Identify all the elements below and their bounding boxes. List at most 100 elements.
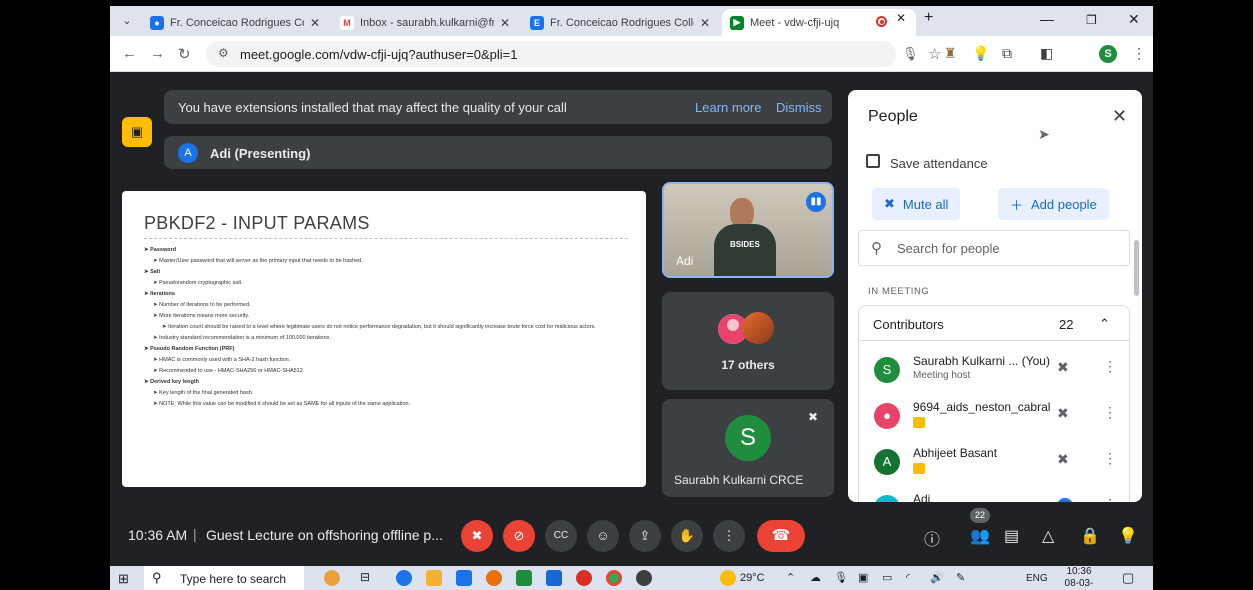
close-tab-icon[interactable]: ✕ xyxy=(700,16,710,30)
participant-row[interactable]: ● 9694_aids_neston_cabral ✖ ⋮ xyxy=(859,396,1129,440)
show-hidden-icons-icon[interactable]: ⌃ xyxy=(786,571,795,584)
firefox-icon[interactable] xyxy=(486,570,502,586)
minimize-window-icon[interactable]: — xyxy=(1040,11,1054,27)
panel-scrollbar[interactable] xyxy=(1134,240,1139,296)
learn-more-link[interactable]: Learn more xyxy=(695,100,761,115)
tray-cloud-icon[interactable]: ☁ xyxy=(810,571,821,584)
more-options-button[interactable]: ⋮ xyxy=(713,520,745,552)
file-explorer-icon[interactable] xyxy=(426,570,442,586)
mail-icon[interactable] xyxy=(456,570,472,586)
mic-off-icon[interactable]: ✖ xyxy=(1057,359,1069,376)
tab-college-1[interactable]: ● Fr. Conceicao Rodrigues College ✕ xyxy=(142,9,328,36)
microphone-off-button[interactable]: ✖ xyxy=(461,520,493,552)
mute-all-button[interactable]: ✖ Mute all xyxy=(872,188,961,220)
more-options-icon[interactable]: ⋮ xyxy=(1103,496,1117,502)
tray-mic-icon[interactable]: 🎙 xyxy=(834,571,848,584)
emoji-reactions-button[interactable]: ☺ xyxy=(587,520,619,552)
side-panel-icon[interactable]: ◧ xyxy=(1040,45,1053,62)
volume-icon[interactable]: 🔊 xyxy=(930,571,944,584)
new-tab-plus-icon[interactable]: + xyxy=(924,9,933,27)
taskbar-clock[interactable]: 10:36 08-03-2024 xyxy=(1054,566,1104,590)
battery-icon[interactable]: ▭ xyxy=(882,571,892,584)
add-people-button[interactable]: ＋ Add people xyxy=(998,188,1109,220)
weather-temperature[interactable]: 29°C xyxy=(740,572,765,584)
tray-app-icon[interactable]: ▣ xyxy=(858,571,868,584)
in-meeting-label: IN MEETING xyxy=(868,286,930,297)
reload-icon[interactable]: ↻ xyxy=(178,45,191,63)
participant-avatar xyxy=(742,312,774,344)
participant-avatar: ● xyxy=(874,403,900,429)
powerpoint-icon[interactable] xyxy=(576,570,592,586)
chevron-up-icon[interactable]: ⌃ xyxy=(1099,316,1110,332)
bulb-extension-icon[interactable]: 💡 xyxy=(1118,526,1138,546)
site-settings-icon[interactable]: ⚙ xyxy=(218,46,229,60)
back-arrow-icon[interactable]: ← xyxy=(122,45,137,62)
bulb-extension-icon[interactable]: 💡 xyxy=(972,45,989,62)
tab-college-2[interactable]: E Fr. Conceicao Rodrigues College ✕ xyxy=(522,9,718,36)
participant-name: 9694_aids_neston_cabral xyxy=(913,400,1051,414)
close-tab-icon[interactable]: ✕ xyxy=(500,16,510,30)
input-language[interactable]: ENG xyxy=(1026,573,1048,584)
close-window-icon[interactable]: ✕ xyxy=(1128,11,1140,28)
task-view-icon[interactable]: ⊟ xyxy=(360,570,376,586)
more-options-icon[interactable]: ⋮ xyxy=(1103,450,1117,467)
others-count-label: 17 others xyxy=(721,358,775,372)
people-search-input[interactable]: ⚲ Search for people xyxy=(858,230,1130,266)
tab-search-icon[interactable]: ⌄ xyxy=(116,11,138,31)
profile-avatar[interactable]: S xyxy=(1099,45,1117,63)
address-bar[interactable]: ⚙ meet.google.com/vdw-cfji-ujq?authuser=… xyxy=(206,41,941,67)
close-panel-icon[interactable]: ✕ xyxy=(1112,106,1127,127)
activities-icon[interactable]: △ xyxy=(1042,526,1054,546)
save-attendance-button[interactable]: Save attendance xyxy=(890,156,988,171)
widget-icon[interactable] xyxy=(324,570,340,586)
more-options-icon[interactable]: ⋮ xyxy=(1103,404,1117,421)
dismiss-button[interactable]: Dismiss xyxy=(776,100,822,115)
wifi-icon[interactable]: ◜ xyxy=(906,571,910,584)
more-options-icon[interactable]: ⋮ xyxy=(1103,358,1117,375)
pen-icon[interactable]: ✎ xyxy=(956,571,965,584)
present-screen-button[interactable]: ⇪ xyxy=(629,520,661,552)
tab-gmail-inbox[interactable]: M Inbox - saurabh.kulkarni@fragnel ✕ xyxy=(332,9,518,36)
notifications-icon[interactable]: ▢ xyxy=(1122,570,1134,586)
bookmark-star-icon[interactable]: ☆ xyxy=(928,45,941,63)
extension-icon[interactable]: ♜ xyxy=(944,45,957,62)
mic-off-icon[interactable]: ✖ xyxy=(1057,451,1069,468)
chat-icon[interactable]: ▤ xyxy=(1004,526,1019,546)
slide-bullet: ➤ Key length of the final generated hash… xyxy=(153,390,254,396)
close-tab-icon[interactable]: ✕ xyxy=(310,16,320,30)
meeting-title: Guest Lecture on offshoring offline p... xyxy=(206,527,443,543)
participant-tile-adi[interactable]: BSIDES Adi ▮▮ xyxy=(662,182,834,278)
host-controls-icon[interactable]: 🔒 xyxy=(1080,526,1100,546)
forward-arrow-icon[interactable]: → xyxy=(150,45,165,62)
restore-window-icon[interactable]: ❐ xyxy=(1086,13,1097,27)
raise-hand-button[interactable]: ✋ xyxy=(671,520,703,552)
app-icon[interactable] xyxy=(636,570,652,586)
participant-row[interactable]: Adi ⋮ xyxy=(859,488,1129,502)
browser-menu-icon[interactable]: ⋮ xyxy=(1132,45,1146,62)
taskbar-search-box[interactable]: ⚲ Type here to search xyxy=(144,566,304,590)
people-icon[interactable]: 👥 xyxy=(970,526,990,546)
word-icon[interactable] xyxy=(546,570,562,586)
contributors-label[interactable]: Contributors xyxy=(873,317,944,332)
participant-tile-self[interactable]: S ✖ Saurabh Kulkarni CRCE xyxy=(662,399,834,497)
meeting-info-icon[interactable]: ⓘ xyxy=(924,526,940,550)
close-tab-icon[interactable]: ✕ xyxy=(896,11,906,25)
leave-call-button[interactable]: ☎ xyxy=(757,520,805,552)
excel-icon[interactable] xyxy=(516,570,532,586)
mic-off-icon[interactable]: ✖ xyxy=(1057,405,1069,422)
participant-tile-others[interactable]: 17 others xyxy=(662,292,834,390)
save-attendance-icon xyxy=(866,154,880,168)
participant-row[interactable]: A Abhijeet Basant ✖ ⋮ xyxy=(859,442,1129,486)
participant-row[interactable]: S Saurabh Kulkarni ... (You) Meeting hos… xyxy=(859,350,1129,394)
presentation-icon[interactable]: ▣ xyxy=(122,117,152,147)
windows-start-icon[interactable]: ⊞ xyxy=(118,571,129,587)
edge-icon[interactable] xyxy=(396,570,412,586)
extensions-puzzle-icon[interactable]: ⧉ xyxy=(1002,45,1012,62)
mute-all-label: Mute all xyxy=(902,196,949,212)
chrome-icon[interactable] xyxy=(606,570,622,586)
camera-off-button[interactable]: ⊘ xyxy=(503,520,535,552)
participant-name: Adi xyxy=(913,492,931,502)
microphone-icon[interactable]: 🎙 xyxy=(902,46,919,62)
people-count-badge: 22 xyxy=(970,508,990,523)
captions-button[interactable]: CC xyxy=(545,520,577,552)
